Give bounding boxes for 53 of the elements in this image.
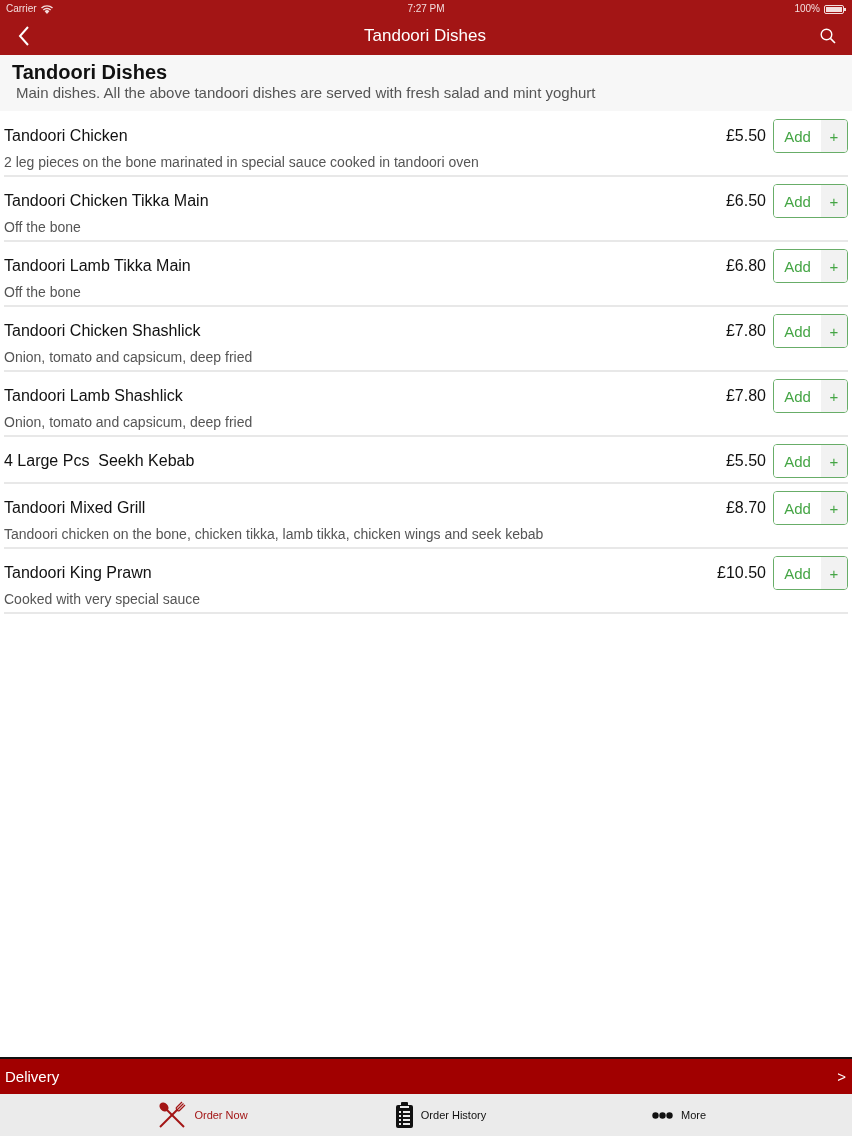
dish-name: 4 Large Pcs Seekh Kebab xyxy=(4,452,196,470)
dish-name: Tandoori Lamb Shashlick xyxy=(4,387,184,405)
dish-description: Off the bone xyxy=(4,283,82,301)
back-icon[interactable] xyxy=(18,25,30,46)
dish-price: £10.50 xyxy=(717,564,766,582)
delivery-label: Delivery xyxy=(5,1068,60,1085)
plus-button[interactable]: + xyxy=(821,315,847,347)
dish-description: 2 leg pieces on the bone marinated in special sauce cooked in tandoori oven xyxy=(4,153,480,171)
dish-name: Tandoori King Prawn xyxy=(4,564,153,582)
fork-and-spoon-icon xyxy=(158,1101,187,1129)
plus-button[interactable]: + xyxy=(821,445,847,477)
wifi-icon xyxy=(40,4,53,14)
dish-price: £6.80 xyxy=(725,257,766,275)
battery-percentage: 100% xyxy=(794,3,820,15)
plus-button[interactable]: + xyxy=(821,185,847,217)
dish-price: £7.80 xyxy=(725,322,766,340)
nav-title: Tandoori Dishes xyxy=(364,25,486,46)
dish-name: Tandoori Mixed Grill xyxy=(4,499,147,517)
plus-button[interactable]: + xyxy=(821,492,847,524)
dish-name: Tandoori Chicken xyxy=(4,127,129,145)
more-dots-icon xyxy=(651,1111,673,1119)
carrier-text: Carrier xyxy=(6,3,37,15)
chevron-text: > xyxy=(837,1068,846,1085)
tab-label: More xyxy=(680,1109,707,1121)
dish-description: Off the bone xyxy=(4,218,82,236)
search-icon[interactable] xyxy=(820,27,836,44)
dish-price: £6.50 xyxy=(725,192,766,210)
dish-description: Onion, tomato and capsicum, deep fried xyxy=(4,413,254,431)
category-description: Main dishes. All the above tandoori dishes are served with fresh salad and mint yoghurt xyxy=(15,83,597,103)
dish-name: Tandoori Chicken Shashlick xyxy=(4,322,202,340)
dish-name: Tandoori Lamb Tikka Main xyxy=(4,257,192,275)
dish-description: Cooked with very special sauce xyxy=(4,590,202,608)
tab-item[interactable]: Order Now xyxy=(84,1094,322,1136)
tab-label: Order Now xyxy=(194,1109,248,1121)
battery-icon xyxy=(824,4,846,14)
plus-button[interactable]: + xyxy=(821,380,847,412)
plus-button[interactable]: + xyxy=(821,120,847,152)
dish-price: £5.50 xyxy=(725,452,766,470)
dish-price: £5.50 xyxy=(725,127,766,145)
delivery-bar[interactable]: Delivery > xyxy=(0,1059,852,1094)
dish-price: £7.80 xyxy=(725,387,766,405)
tab-item[interactable]: Order History xyxy=(322,1094,560,1136)
plus-button[interactable]: + xyxy=(821,557,847,589)
clipboard-list-icon xyxy=(395,1102,413,1128)
dish-name: Tandoori Chicken Tikka Main xyxy=(4,192,210,210)
dish-description: Onion, tomato and capsicum, deep fried xyxy=(4,348,254,366)
tab-item[interactable]: More xyxy=(560,1094,798,1136)
tab-label: Order History xyxy=(420,1109,487,1121)
plus-button[interactable]: + xyxy=(821,250,847,282)
clock-time: 7:27 PM xyxy=(407,3,445,15)
dish-price: £8.70 xyxy=(725,499,766,517)
dish-description: Tandoori chicken on the bone, chicken tikka, lamb tikka, chicken wings and seek kebab xyxy=(4,525,545,543)
category-title: Tandoori Dishes xyxy=(12,61,169,83)
